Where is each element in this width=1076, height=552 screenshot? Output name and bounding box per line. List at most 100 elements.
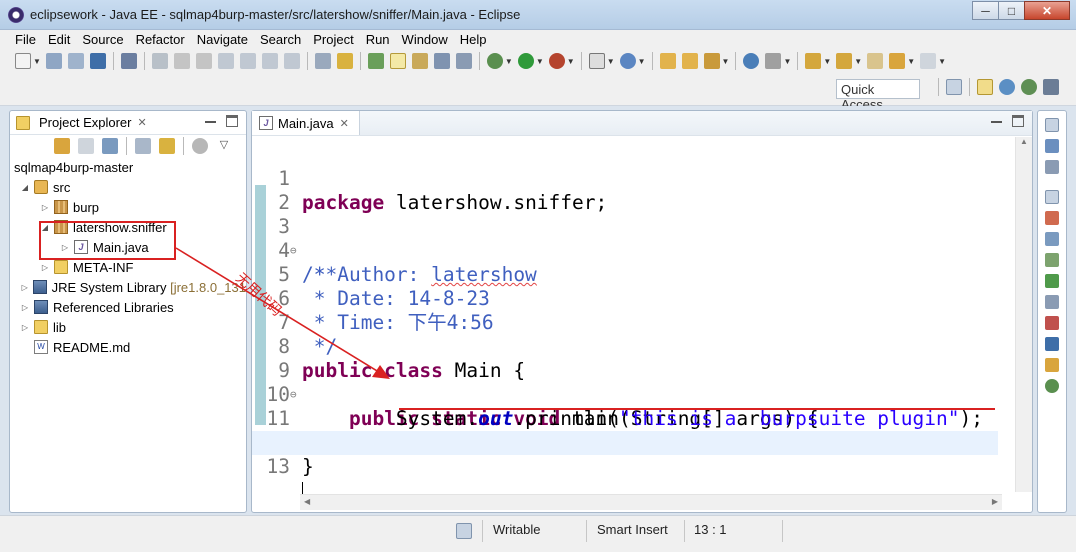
close-view-icon[interactable]: ✕ bbox=[137, 116, 146, 129]
menu-source[interactable]: Source bbox=[76, 30, 129, 49]
search-results-icon[interactable] bbox=[1045, 358, 1059, 372]
previous-annotation-icon[interactable] bbox=[836, 53, 853, 69]
menu-refactor[interactable]: Refactor bbox=[130, 30, 191, 49]
view-menu-icon[interactable]: ▽ bbox=[216, 138, 232, 154]
debug-view-icon[interactable] bbox=[1045, 379, 1059, 393]
tree-item-src[interactable]: ◢ src bbox=[10, 177, 246, 197]
restore-icon[interactable] bbox=[1045, 190, 1059, 204]
minimize-editor-icon[interactable] bbox=[991, 121, 1002, 123]
task-list-icon[interactable] bbox=[1045, 160, 1059, 174]
tree-item-referenced-libraries[interactable]: ▷ Referenced Libraries bbox=[10, 297, 246, 317]
collapse-all-icon[interactable] bbox=[135, 138, 151, 154]
data-source-icon[interactable] bbox=[1045, 274, 1059, 288]
scroll-right-icon[interactable]: ▶ bbox=[992, 497, 998, 506]
tree-item-meta-inf[interactable]: ▷ META-INF bbox=[10, 257, 246, 277]
python-perspective-icon[interactable] bbox=[999, 79, 1015, 95]
code-area[interactable]: 1 package latershow.sniffer; 2 3 ⊖ /** 4… bbox=[252, 137, 998, 511]
back-icon[interactable] bbox=[889, 53, 906, 69]
collapsed-twistie-icon[interactable]: ▷ bbox=[40, 203, 50, 212]
menu-navigate[interactable]: Navigate bbox=[191, 30, 254, 49]
close-button[interactable]: ✕ bbox=[1024, 1, 1070, 20]
scroll-up-icon[interactable]: ▲ bbox=[1016, 137, 1032, 151]
collapsed-twistie-icon[interactable]: ▷ bbox=[40, 263, 50, 272]
open-project-icon[interactable] bbox=[681, 53, 698, 69]
new-file-icon[interactable] bbox=[15, 53, 31, 69]
menu-search[interactable]: Search bbox=[254, 30, 307, 49]
open-perspective-icon[interactable] bbox=[946, 79, 962, 95]
snippets-icon[interactable] bbox=[1045, 295, 1059, 309]
properties-icon[interactable] bbox=[1045, 232, 1059, 246]
highlight-icon[interactable] bbox=[389, 53, 406, 69]
run-external-tool-icon[interactable] bbox=[548, 53, 565, 69]
link-with-editor-icon[interactable] bbox=[159, 138, 175, 154]
new-java-class-icon[interactable] bbox=[619, 53, 636, 69]
status-icon[interactable] bbox=[456, 523, 472, 539]
editor-tab-main-java[interactable]: J Main.java ✕ bbox=[252, 111, 360, 135]
save-all-icon[interactable] bbox=[67, 53, 84, 69]
menu-run[interactable]: Run bbox=[360, 30, 396, 49]
tree-project[interactable]: sqlmap4burp-master bbox=[10, 157, 246, 177]
tree-item-burp[interactable]: ▷ burp bbox=[10, 197, 246, 217]
save-icon[interactable] bbox=[45, 53, 62, 69]
menu-help[interactable]: Help bbox=[454, 30, 493, 49]
outline-icon[interactable] bbox=[1045, 139, 1059, 153]
open-folder-icon[interactable] bbox=[659, 53, 676, 69]
use-step-filters-icon[interactable] bbox=[314, 53, 331, 69]
open-task-icon[interactable] bbox=[411, 53, 428, 69]
forward-arrow-icon[interactable] bbox=[78, 138, 94, 154]
resume-icon[interactable] bbox=[151, 53, 168, 69]
new-server-icon[interactable] bbox=[588, 53, 605, 69]
collapsed-twistie-icon[interactable]: ▷ bbox=[20, 283, 29, 292]
home-icon[interactable] bbox=[102, 138, 118, 154]
maximize-editor-icon[interactable] bbox=[1012, 115, 1024, 127]
disconnect-icon[interactable] bbox=[217, 53, 234, 69]
next-annotation-icon[interactable] bbox=[805, 53, 822, 69]
step-into-icon[interactable] bbox=[239, 53, 256, 69]
menu-file[interactable]: File bbox=[9, 30, 42, 49]
menu-edit[interactable]: Edit bbox=[42, 30, 76, 49]
terminate-icon[interactable] bbox=[195, 53, 212, 69]
problems-icon[interactable] bbox=[1045, 316, 1059, 330]
minimize-button[interactable]: ─ bbox=[972, 1, 999, 20]
pilcrow-icon[interactable] bbox=[455, 53, 472, 69]
menu-project[interactable]: Project bbox=[307, 30, 359, 49]
collapsed-twistie-icon[interactable]: ▷ bbox=[20, 303, 30, 312]
back-arrow-icon[interactable] bbox=[54, 138, 70, 154]
last-edit-location-icon[interactable] bbox=[867, 53, 884, 69]
minimize-view-icon[interactable] bbox=[205, 121, 216, 123]
search-tool-icon[interactable] bbox=[765, 53, 782, 69]
close-tab-icon[interactable]: ✕ bbox=[340, 117, 349, 130]
java-ee-perspective-icon[interactable] bbox=[977, 79, 993, 95]
menu-window[interactable]: Window bbox=[396, 30, 454, 49]
toggle-mark-occurrences-icon[interactable] bbox=[336, 53, 353, 69]
step-over-icon[interactable] bbox=[261, 53, 278, 69]
vertical-scrollbar[interactable]: ▲ bbox=[1015, 137, 1032, 492]
debug-perspective-icon[interactable] bbox=[1021, 79, 1037, 95]
tree-item-jre[interactable]: ▷ JRE System Library [jre1.8.0_131 bbox=[10, 277, 246, 297]
globe-icon[interactable] bbox=[743, 53, 760, 69]
skip-breakpoints-icon[interactable] bbox=[120, 53, 137, 69]
scroll-left-icon[interactable]: ◀ bbox=[304, 497, 310, 506]
open-type-icon[interactable] bbox=[367, 53, 384, 69]
focus-icon[interactable] bbox=[192, 138, 208, 154]
run-icon[interactable] bbox=[517, 53, 534, 69]
horizontal-scrollbar[interactable]: ◀ ▶ bbox=[300, 494, 1002, 510]
pen-icon[interactable] bbox=[703, 53, 720, 69]
quick-access-input[interactable]: Quick Access bbox=[836, 79, 920, 112]
show-whitespace-icon[interactable] bbox=[433, 53, 450, 69]
maximize-button[interactable]: □ bbox=[998, 1, 1025, 20]
step-return-icon[interactable] bbox=[283, 53, 300, 69]
git-perspective-icon[interactable] bbox=[1043, 79, 1059, 95]
collapsed-twistie-icon[interactable]: ▷ bbox=[20, 323, 30, 332]
suspend-icon[interactable] bbox=[173, 53, 190, 69]
tree-item-lib[interactable]: ▷ lib bbox=[10, 317, 246, 337]
expanded-twistie-icon[interactable]: ◢ bbox=[20, 183, 30, 192]
forward-icon[interactable] bbox=[920, 53, 937, 69]
maximize-view-icon[interactable] bbox=[226, 115, 238, 127]
servers-icon[interactable] bbox=[1045, 253, 1059, 267]
debug-icon[interactable] bbox=[486, 53, 503, 69]
console-icon[interactable] bbox=[1045, 337, 1059, 351]
restore-icon[interactable] bbox=[1045, 118, 1059, 132]
project-explorer-tab[interactable]: Project Explorer ✕ bbox=[10, 111, 246, 135]
print-icon[interactable] bbox=[89, 53, 106, 69]
